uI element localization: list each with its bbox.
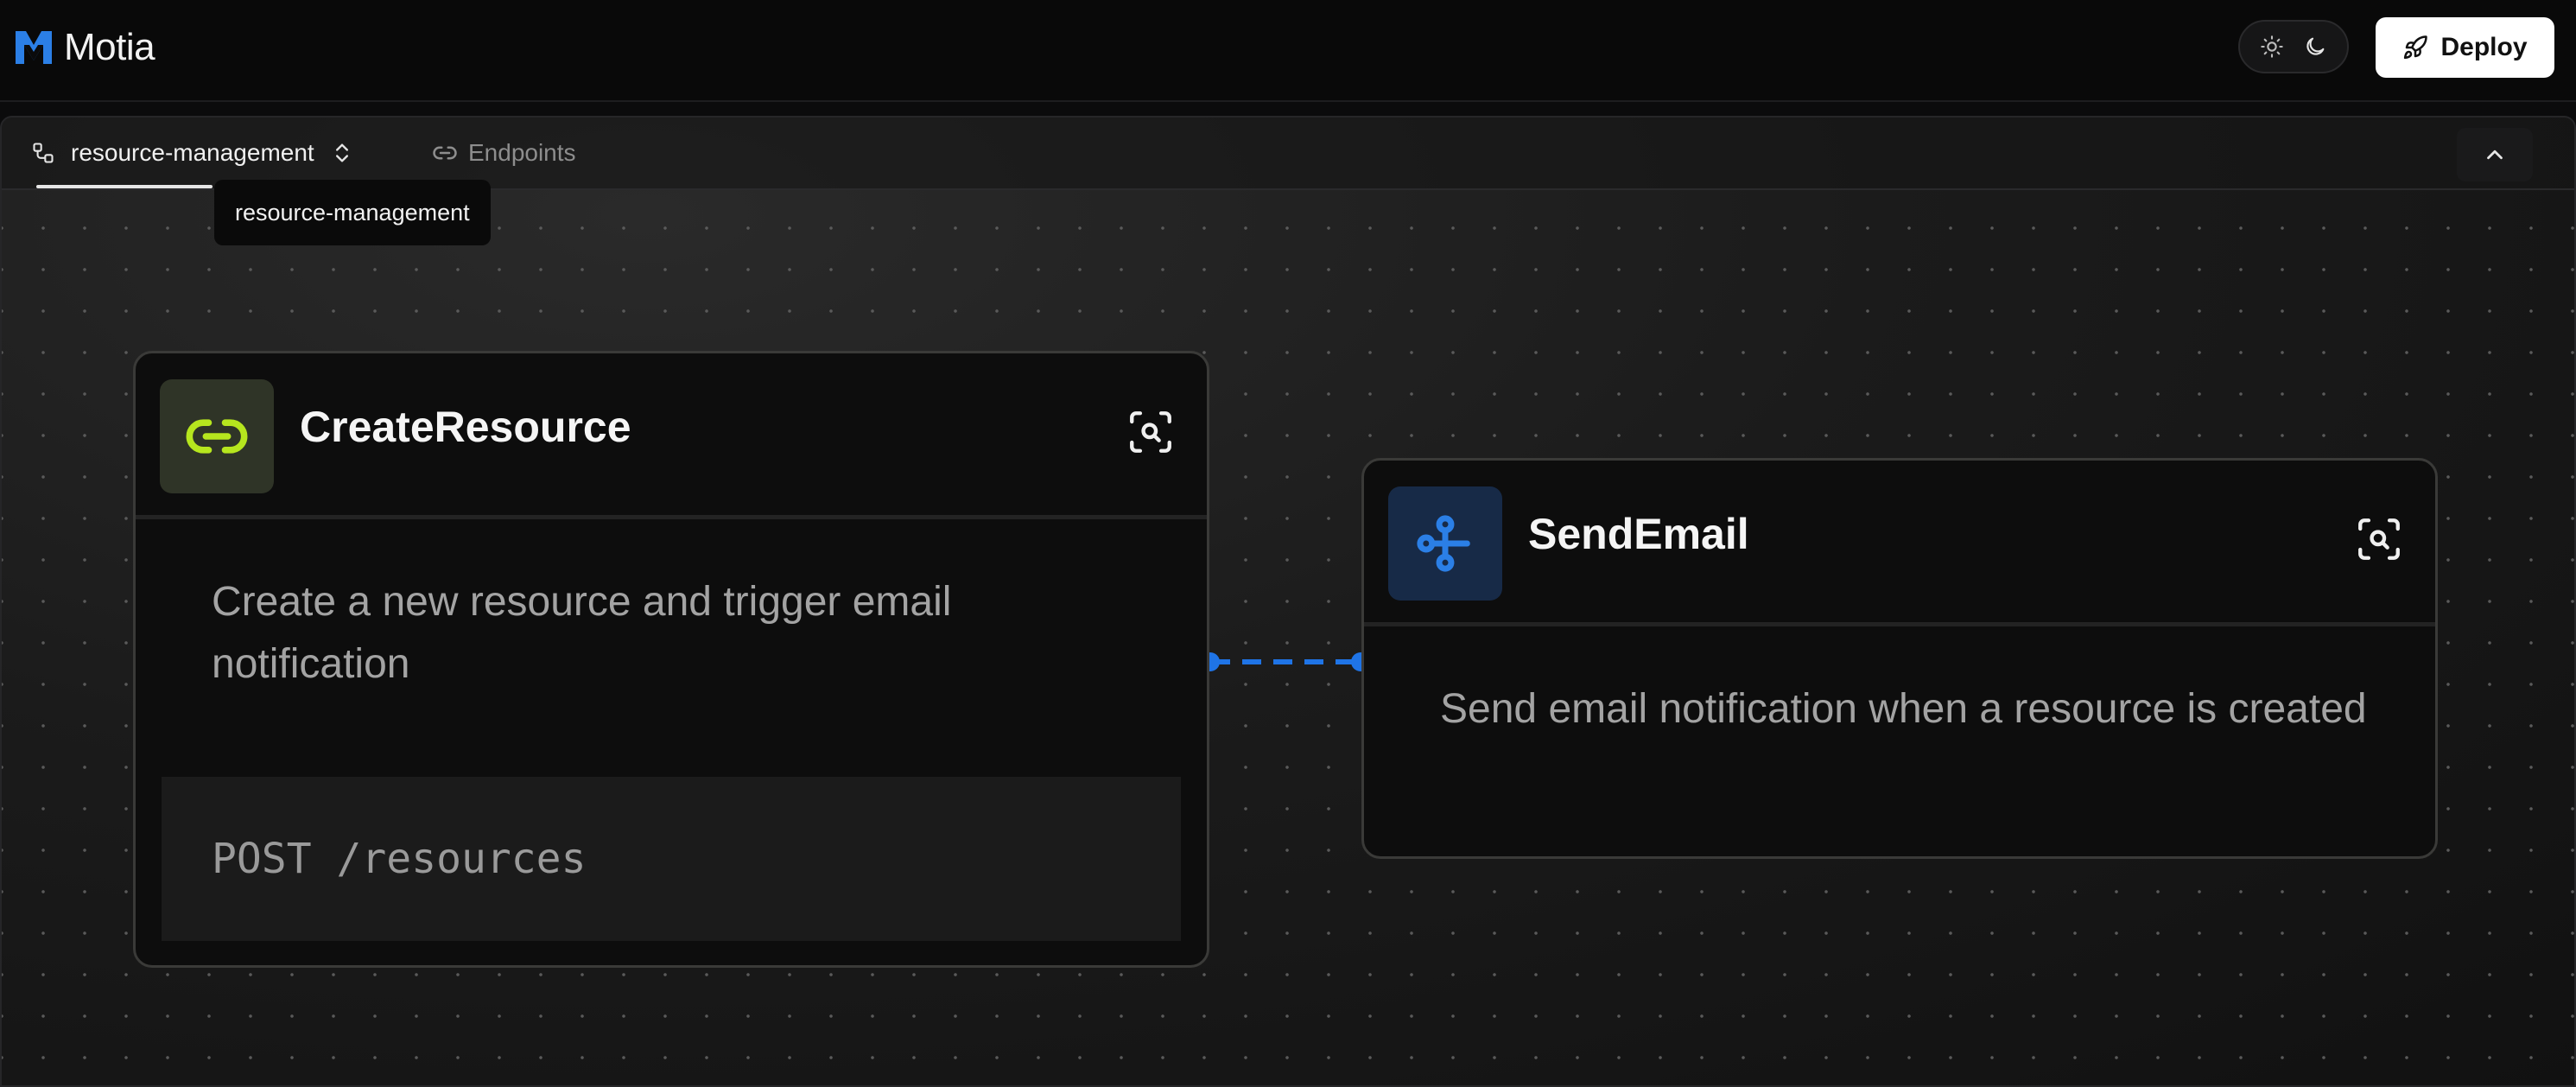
scan-search-icon	[2358, 518, 2400, 560]
chevrons-up-down-icon[interactable]	[330, 141, 354, 165]
app-logo[interactable]: Motia	[12, 26, 155, 69]
chevron-up-icon	[2487, 149, 2503, 160]
tab-endpoints[interactable]: Endpoints	[432, 135, 576, 171]
app-name: Motia	[64, 26, 155, 68]
endpoints-tab-label: Endpoints	[468, 139, 576, 166]
event-step-badge	[1388, 486, 1502, 601]
node-description: Create a new resource and trigger email …	[212, 579, 952, 687]
node-create-resource[interactable]: CreateResource Create a new resource and…	[133, 351, 1209, 968]
node-route: POST /resources	[162, 777, 1181, 941]
deploy-label: Deploy	[2440, 33, 2528, 61]
sun-icon[interactable]	[2253, 28, 2291, 66]
link-icon	[433, 146, 457, 160]
tab-flow-selector[interactable]: resource-management	[31, 135, 354, 171]
active-tab-indicator	[36, 185, 213, 188]
node-description: Send email notification when a resource …	[1440, 686, 2367, 732]
rocket-icon	[2404, 35, 2428, 60]
node-send-email[interactable]: SendEmail Send email notification when a…	[1361, 458, 2438, 859]
inspect-button[interactable]	[2354, 514, 2404, 564]
node-header: CreateResource	[136, 353, 1207, 519]
theme-toggle[interactable]	[2238, 20, 2349, 73]
scan-search-icon	[1130, 411, 1171, 453]
moon-icon[interactable]	[2296, 28, 2334, 66]
workflow-icon	[33, 143, 54, 163]
flow-tab-label: resource-management	[71, 139, 314, 166]
api-step-badge	[160, 379, 274, 493]
event-icon	[1417, 515, 1470, 572]
node-title: CreateResource	[300, 403, 631, 451]
top-bar: Motia Deploy	[0, 0, 2576, 102]
node-header: SendEmail	[1364, 461, 2435, 626]
node-title: SendEmail	[1528, 510, 1749, 558]
motia-logo-icon	[16, 31, 52, 64]
link-icon	[186, 419, 248, 454]
flow-tooltip: resource-management	[214, 180, 491, 245]
inspect-button[interactable]	[1126, 407, 1176, 457]
deploy-button[interactable]: Deploy	[2376, 17, 2554, 78]
collapse-panel-button[interactable]	[2457, 128, 2533, 181]
flow-workspace: resource-management Endpoints resource-m…	[0, 116, 2576, 1087]
